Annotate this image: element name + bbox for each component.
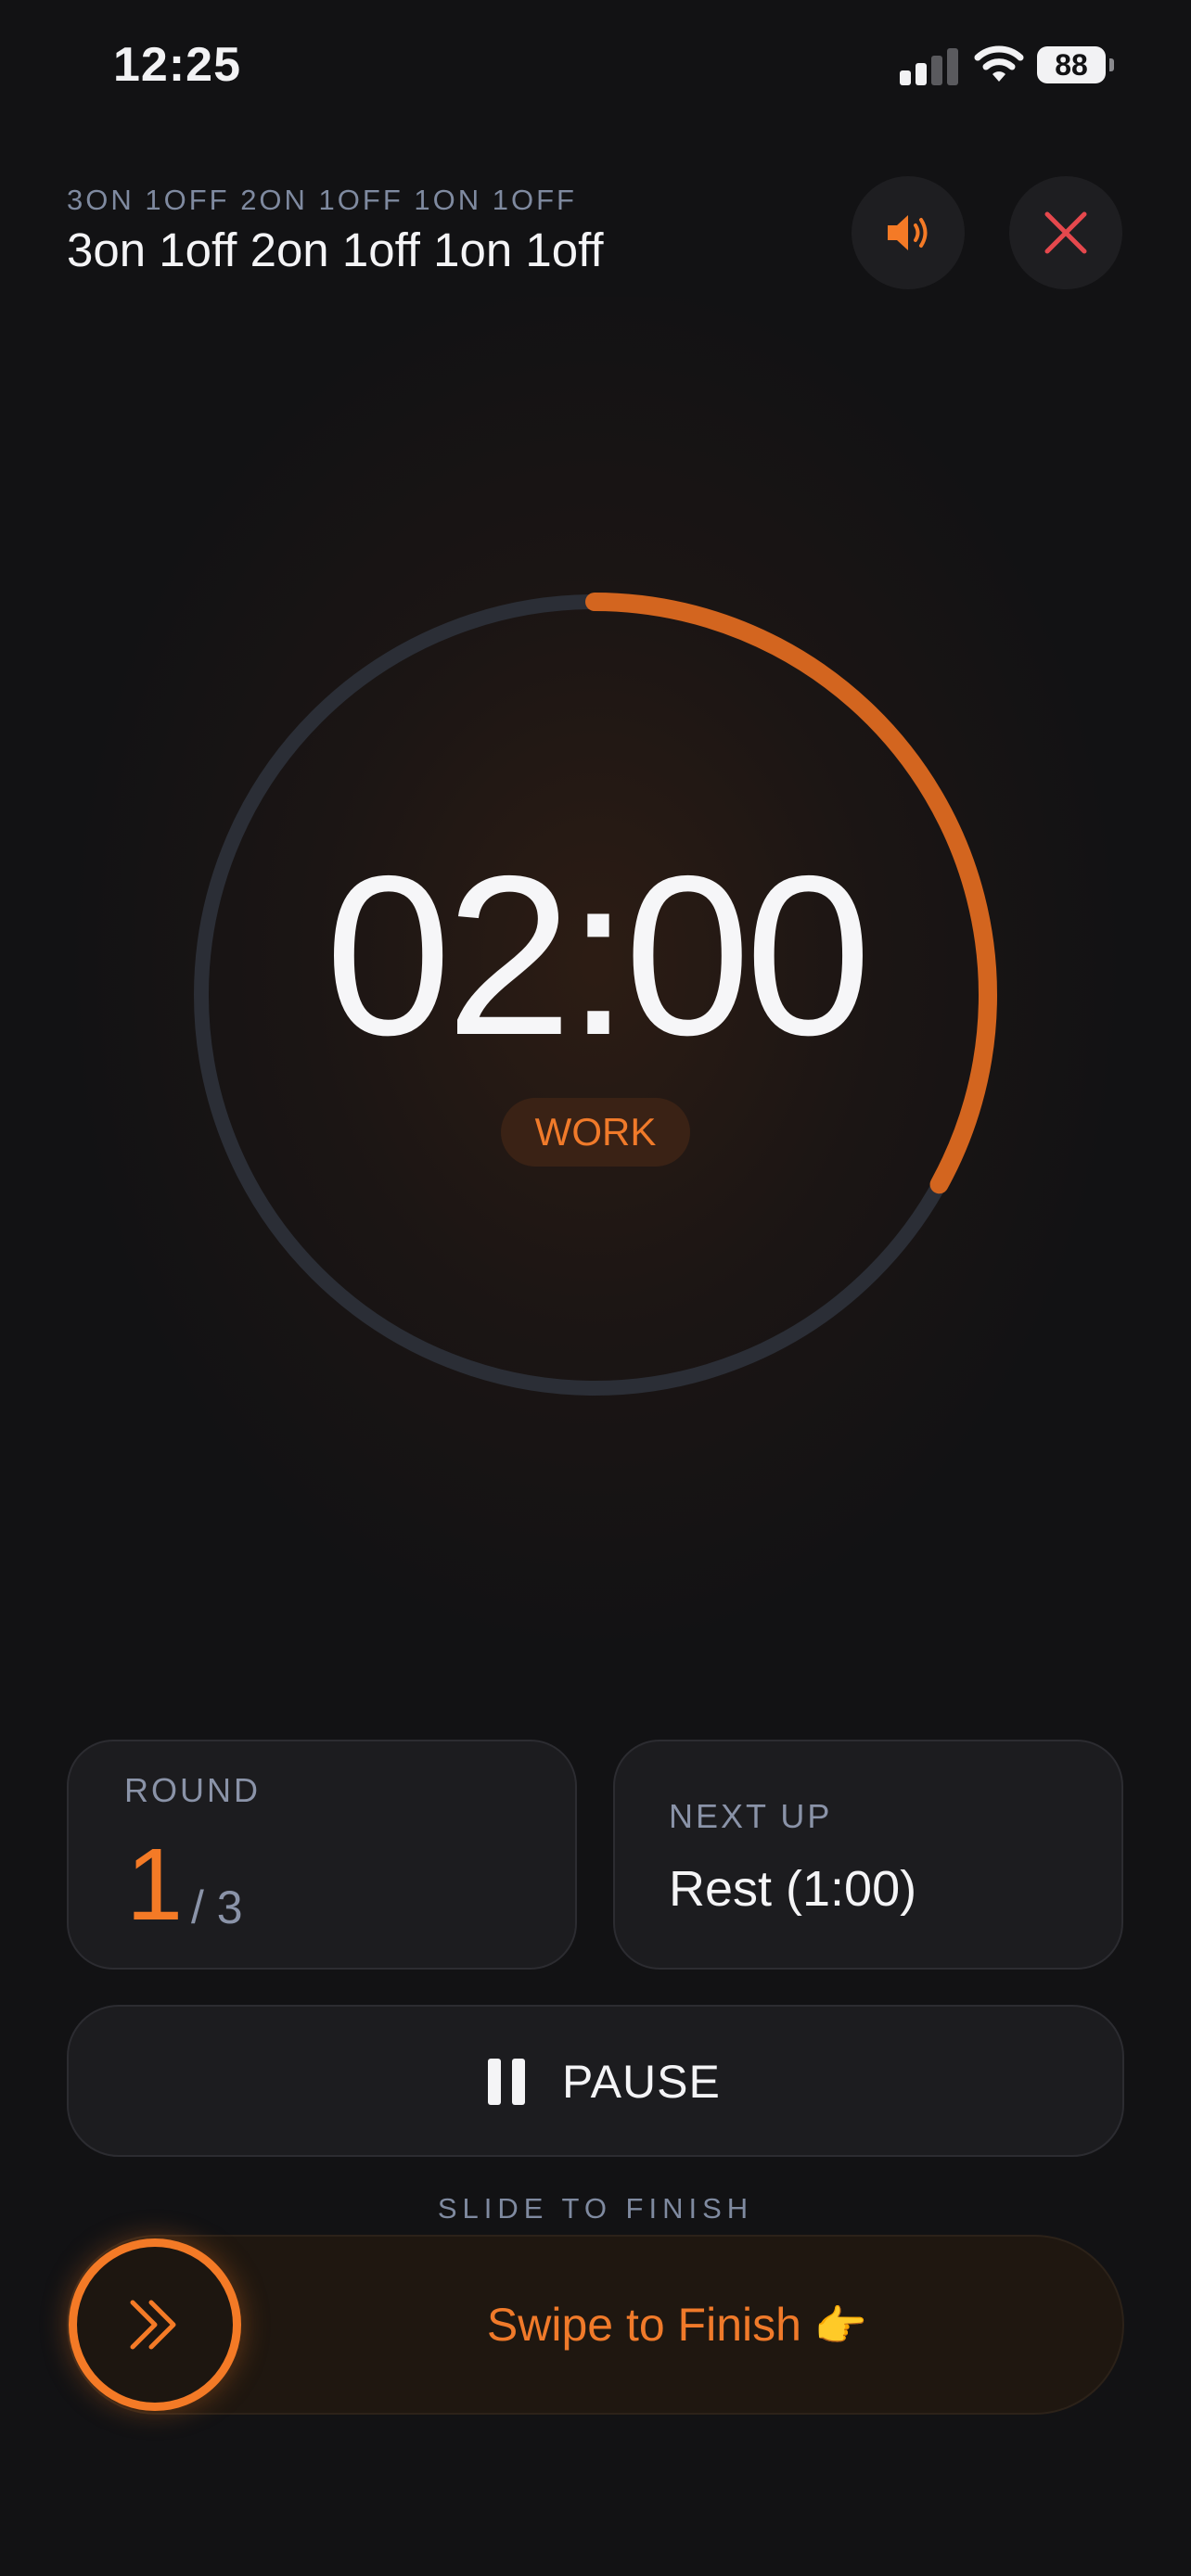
next-up-label: NEXT UP (669, 1797, 833, 1835)
round-total: / 3 (191, 1881, 243, 1933)
round-card: ROUND 1 / 3 (67, 1740, 577, 1970)
timer-countdown: 02:00 (325, 828, 871, 1082)
swipe-label: Swipe to Finish (486, 2299, 801, 2351)
battery-icon: 88 (1037, 46, 1114, 83)
double-chevron-right-icon (130, 2300, 176, 2350)
pointing-hand-icon: 👉 (813, 2302, 868, 2350)
next-up-card: NEXT UP Rest (1:00) (613, 1740, 1123, 1970)
cellular-signal-icon (900, 48, 959, 85)
status-time: 12:25 (113, 38, 241, 92)
next-up-value: Rest (1:00) (669, 1861, 917, 1917)
pause-label: PAUSE (562, 2056, 721, 2108)
wifi-icon (974, 45, 1024, 82)
round-label: ROUND (124, 1771, 261, 1809)
sound-toggle-button[interactable] (852, 176, 965, 289)
status-bar: 12:25 88 (0, 0, 1191, 139)
swipe-handle[interactable] (69, 2238, 241, 2411)
battery-level: 88 (1037, 46, 1106, 83)
close-icon (1044, 211, 1087, 254)
pause-icon (488, 2059, 525, 2105)
workout-title: 3on 1off 2on 1off 1on 1off (67, 223, 604, 276)
speaker-icon (888, 215, 928, 250)
slide-hint: SLIDE TO FINISH (437, 2192, 754, 2225)
workout-subtitle: 3ON 1OFF 2ON 1OFF 1ON 1OFF (67, 184, 577, 216)
close-button[interactable] (1009, 176, 1122, 289)
pause-button[interactable]: PAUSE (67, 2005, 1124, 2157)
phase-badge: WORK (501, 1098, 690, 1167)
round-current: 1 (126, 1828, 184, 1942)
